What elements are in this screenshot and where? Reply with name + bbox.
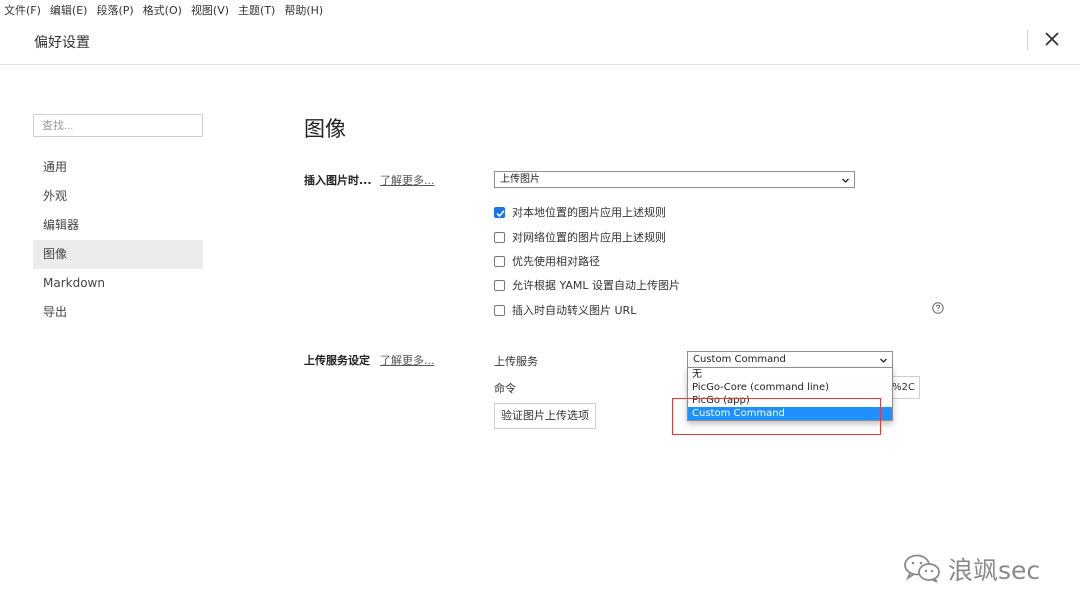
checkbox-label: 对本地位置的图片应用上述规则	[512, 206, 666, 219]
checkbox-apply-network[interactable]	[494, 231, 505, 243]
upload-service-select[interactable]: Custom Command	[687, 351, 893, 368]
checkbox-escape-url[interactable]	[494, 304, 505, 316]
header-divider	[1027, 30, 1028, 50]
watermark: 浪飒sec	[902, 551, 1040, 587]
sidebar-item-editor[interactable]: 编辑器	[33, 211, 203, 240]
sidebar-nav: 通用 外观 编辑器 图像 Markdown 导出	[33, 153, 203, 327]
checkbox-relative-path[interactable]	[494, 255, 505, 267]
checkbox-row-relative: 优先使用相对路径	[494, 253, 600, 269]
insert-learn-more-link[interactable]: 了解更多...	[380, 172, 435, 188]
menu-bar: 文件(F) 编辑(E) 段落(P) 格式(O) 视图(V) 主题(T) 帮助(H…	[0, 0, 1080, 20]
sidebar-item-image[interactable]: 图像	[33, 240, 203, 269]
menu-file[interactable]: 文件(F)	[4, 2, 41, 18]
dropdown-option-picgo-app[interactable]: PicGo (app)	[688, 394, 892, 407]
checkbox-apply-local[interactable]	[494, 206, 505, 218]
sidebar-item-export[interactable]: 导出	[33, 298, 203, 327]
checkbox-row-network: 对网络位置的图片应用上述规则	[494, 229, 666, 245]
page-title: 偏好设置	[34, 35, 90, 51]
insert-image-label: 插入图片时...	[304, 174, 372, 187]
upload-service-settings-label: 上传服务设定	[304, 354, 370, 367]
close-icon[interactable]	[1041, 28, 1063, 50]
checkbox-row-local: 对本地位置的图片应用上述规则	[494, 204, 666, 220]
preferences-header: 偏好设置	[0, 20, 1080, 65]
menu-paragraph[interactable]: 段落(P)	[96, 2, 133, 18]
checkbox-label: 对网络位置的图片应用上述规则	[512, 231, 666, 244]
command-label: 命令	[494, 382, 516, 395]
upload-service-label: 上传服务	[494, 355, 538, 368]
checkbox-label: 插入时自动转义图片 URL	[512, 304, 637, 317]
sidebar-item-appearance[interactable]: 外观	[33, 182, 203, 211]
question-circle-icon[interactable]	[932, 302, 944, 314]
checkbox-row-escape: 插入时自动转义图片 URL	[494, 302, 636, 318]
verify-upload-button[interactable]: 验证图片上传选项	[494, 403, 596, 429]
checkbox-label: 优先使用相对路径	[512, 255, 600, 268]
menu-help[interactable]: 帮助(H)	[284, 2, 323, 18]
chevron-down-icon	[879, 355, 888, 364]
insert-action-value: 上传图片	[500, 174, 540, 185]
checkbox-label: 允许根据 YAML 设置自动上传图片	[512, 279, 681, 292]
upload-service-value: Custom Command	[693, 354, 786, 365]
wechat-icon	[902, 553, 942, 586]
menu-format[interactable]: 格式(O)	[143, 2, 182, 18]
sidebar-item-markdown[interactable]: Markdown	[33, 269, 203, 298]
sidebar-item-general[interactable]: 通用	[33, 153, 203, 182]
menu-edit[interactable]: 编辑(E)	[50, 2, 88, 18]
checkbox-row-yaml: 允许根据 YAML 设置自动上传图片	[494, 277, 680, 293]
insert-action-select[interactable]: 上传图片	[494, 171, 855, 188]
checkbox-yaml-upload[interactable]	[494, 279, 505, 291]
chevron-down-icon	[841, 175, 850, 184]
search-input[interactable]	[33, 114, 203, 137]
upload-learn-more-link[interactable]: 了解更多...	[380, 352, 435, 368]
menu-view[interactable]: 视图(V)	[191, 2, 229, 18]
menu-theme[interactable]: 主题(T)	[238, 2, 275, 18]
upload-service-dropdown: 无 PicGo-Core (command line) PicGo (app) …	[687, 367, 893, 421]
watermark-text: 浪飒sec	[948, 556, 1041, 585]
section-title: 图像	[304, 117, 346, 141]
dropdown-option-picgo-core[interactable]: PicGo-Core (command line)	[688, 381, 892, 394]
dropdown-option-custom-command[interactable]: Custom Command	[688, 407, 892, 420]
dropdown-option-none[interactable]: 无	[688, 368, 892, 381]
